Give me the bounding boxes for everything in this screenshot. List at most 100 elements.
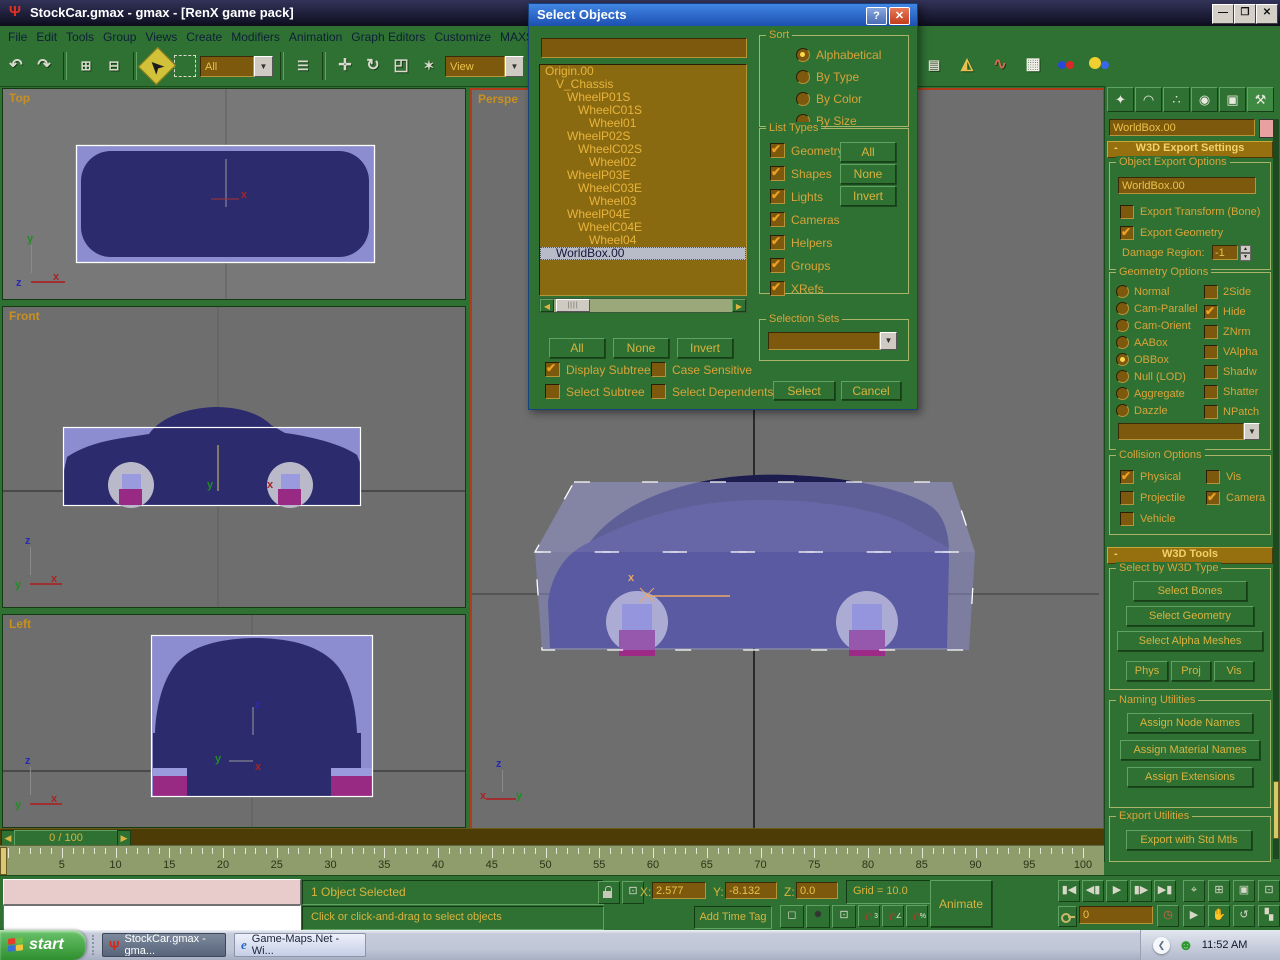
geometry-shadw[interactable]: Shadw bbox=[1204, 365, 1259, 379]
checkbox-2side[interactable] bbox=[1204, 285, 1218, 299]
radio-icon-obbox[interactable] bbox=[1116, 353, 1129, 366]
material-editor-icon[interactable]: ▦ bbox=[1021, 52, 1045, 78]
radio-icon-aabox[interactable] bbox=[1116, 336, 1129, 349]
move-icon[interactable]: ✛ bbox=[333, 53, 357, 79]
menu-item-modifiers[interactable]: Modifiers bbox=[231, 30, 280, 44]
geometry-valpha[interactable]: VAlpha bbox=[1204, 345, 1259, 359]
menu-item-file[interactable]: File bbox=[8, 30, 27, 44]
maxscript-mini-listener-white[interactable] bbox=[3, 905, 301, 931]
spinner-up-icon[interactable]: ▲ bbox=[1240, 245, 1251, 253]
viewport-left[interactable]: Left z y x z y x bbox=[2, 614, 466, 828]
object-list-item-wheelc04e[interactable]: WheelC04E bbox=[540, 221, 746, 234]
checkbox-projectile[interactable] bbox=[1120, 491, 1134, 505]
list-type-lights[interactable]: Lights bbox=[770, 189, 844, 204]
radio-icon-by-type[interactable] bbox=[796, 70, 810, 84]
none-button[interactable]: None bbox=[613, 338, 669, 358]
menu-item-edit[interactable]: Edit bbox=[36, 30, 57, 44]
checkbox-case-sensitive[interactable] bbox=[651, 362, 666, 377]
checkbox-znrm[interactable] bbox=[1204, 325, 1218, 339]
radio-icon-by-color[interactable] bbox=[796, 92, 810, 106]
geometry-hide[interactable]: Hide bbox=[1204, 305, 1259, 319]
button-all-types[interactable]: All bbox=[840, 142, 896, 162]
damage-region-field[interactable]: -1 bbox=[1212, 245, 1238, 260]
object-list-item-wheelp02s[interactable]: WheelP02S bbox=[540, 130, 746, 143]
track-bar[interactable]: 5101520253035404550556065707580859095100 bbox=[0, 845, 1104, 876]
select-object-icon[interactable]: ➤ bbox=[138, 47, 176, 85]
geometry-cam-orient[interactable]: Cam-Orient bbox=[1116, 319, 1198, 332]
invert-button[interactable]: Invert bbox=[677, 338, 733, 358]
rotate-icon[interactable]: ↻ bbox=[361, 53, 385, 79]
checkbox-lights[interactable] bbox=[770, 189, 785, 204]
radio-icon-null-lod[interactable] bbox=[1116, 370, 1129, 383]
option-case-sensitive[interactable]: Case Sensitive bbox=[651, 362, 773, 377]
checkbox-shadw[interactable] bbox=[1204, 365, 1218, 379]
object-list-item-wheelp04e[interactable]: WheelP04E bbox=[540, 208, 746, 221]
track-bar-handle[interactable] bbox=[0, 847, 7, 875]
set-key-icon[interactable] bbox=[1058, 906, 1077, 927]
menu-item-animation[interactable]: Animation bbox=[289, 30, 342, 44]
collision-physical[interactable]: Physical bbox=[1120, 470, 1206, 484]
select-and-link-icon[interactable]: ⊞ bbox=[74, 53, 98, 79]
list-type-groups[interactable]: Groups bbox=[770, 258, 844, 273]
degradation-override-icon[interactable]: ◻ bbox=[780, 905, 804, 928]
taskbar-task-game-maps-net-wi[interactable]: eGame-Maps.Net - Wi... bbox=[234, 933, 366, 957]
percent-snap-icon[interactable]: ∩% bbox=[906, 905, 928, 927]
unlink-selection-icon[interactable]: ⊟ bbox=[102, 53, 126, 79]
checkbox-xrefs[interactable] bbox=[770, 281, 785, 296]
selection-lock-icon[interactable] bbox=[598, 881, 620, 904]
start-button[interactable]: start bbox=[0, 930, 86, 960]
export-option-export-transform-bone[interactable]: Export Transform (Bone) bbox=[1120, 205, 1260, 219]
min-max-toggle-icon[interactable]: ▚ bbox=[1258, 905, 1280, 927]
viewport-label-top[interactable]: Top bbox=[9, 91, 30, 105]
object-list-item-wheelp01s[interactable]: WheelP01S bbox=[540, 91, 746, 104]
list-type-xrefs[interactable]: XRefs bbox=[770, 281, 844, 296]
list-type-helpers[interactable]: Helpers bbox=[770, 235, 844, 250]
menu-item-customize[interactable]: Customize bbox=[434, 30, 491, 44]
list-type-cameras[interactable]: Cameras bbox=[770, 212, 844, 227]
object-list-item-wheelc02s[interactable]: WheelC02S bbox=[540, 143, 746, 156]
button-assign-extensions[interactable]: Assign Extensions bbox=[1127, 767, 1253, 787]
sort-option-by-color[interactable]: By Color bbox=[796, 92, 881, 106]
button-export-with-std-mtls[interactable]: Export with Std Mtls bbox=[1126, 830, 1252, 850]
object-list[interactable]: Origin.00V_ChassisWheelP01SWheelC01SWhee… bbox=[539, 64, 747, 296]
radio-icon-cam-parallel[interactable] bbox=[1116, 302, 1129, 315]
cancel-button[interactable]: Cancel bbox=[841, 381, 901, 400]
time-configuration-icon[interactable]: ◷ bbox=[1157, 905, 1179, 927]
damage-region-spinner[interactable]: ▲ ▼ bbox=[1240, 245, 1251, 260]
arc-rotate-icon[interactable]: ↺ bbox=[1233, 905, 1255, 927]
quick-launch-grip[interactable] bbox=[92, 935, 99, 955]
object-list-item-worldbox-00[interactable]: WorldBox.00 bbox=[540, 247, 746, 260]
collision-vis[interactable]: Vis bbox=[1206, 470, 1265, 484]
sort-option-alphabetical[interactable]: Alphabetical bbox=[796, 48, 881, 62]
z-coordinate-field[interactable]: 0.0 bbox=[796, 882, 838, 899]
viewport-label-front[interactable]: Front bbox=[9, 309, 40, 323]
dynamics-icon[interactable]: ✹ bbox=[806, 905, 830, 928]
add-time-tag-button[interactable]: Add Time Tag bbox=[694, 906, 772, 929]
animate-button[interactable]: Animate bbox=[930, 880, 992, 927]
menu-item-create[interactable]: Create bbox=[186, 30, 222, 44]
panel-tab-utilities[interactable]: ⚒ bbox=[1247, 87, 1274, 112]
snap-toggle-icon[interactable]: ∩3 bbox=[858, 905, 880, 927]
menu-item-views[interactable]: Views bbox=[145, 30, 177, 44]
undo-icon[interactable]: ↶ bbox=[4, 53, 28, 79]
checkbox-geometry[interactable] bbox=[770, 143, 785, 158]
dialog-titlebar[interactable]: Select Objects ? ✕ bbox=[529, 4, 917, 26]
geometry-obbox[interactable]: OBBox bbox=[1116, 353, 1198, 366]
menu-item-group[interactable]: Group bbox=[103, 30, 136, 44]
select-button[interactable]: Select bbox=[773, 381, 835, 400]
zoom-extents-icon[interactable]: ▣ bbox=[1233, 880, 1255, 902]
geometry-null-lod[interactable]: Null (LOD) bbox=[1116, 370, 1198, 383]
option-select-dependents[interactable]: Select Dependents bbox=[651, 384, 773, 399]
close-button[interactable]: ✕ bbox=[1256, 4, 1278, 24]
checkbox-hide[interactable] bbox=[1204, 305, 1218, 319]
option-display-subtree[interactable]: Display Subtree bbox=[545, 362, 651, 377]
radio-icon-cam-orient[interactable] bbox=[1116, 319, 1129, 332]
next-frame-icon[interactable]: ▮▶ bbox=[1130, 880, 1152, 902]
play-animation-icon[interactable]: ▶ bbox=[1106, 880, 1128, 902]
dropdown-arrow-icon[interactable]: ▼ bbox=[1244, 423, 1260, 440]
menu-item-tools[interactable]: Tools bbox=[66, 30, 94, 44]
redo-icon[interactable]: ↷ bbox=[32, 53, 56, 79]
panel-tab-display[interactable]: ▣ bbox=[1219, 87, 1246, 112]
zoom-extents-all-icon[interactable]: ⊡ bbox=[1258, 880, 1280, 902]
maxscript-mini-listener-pink[interactable] bbox=[3, 879, 301, 905]
